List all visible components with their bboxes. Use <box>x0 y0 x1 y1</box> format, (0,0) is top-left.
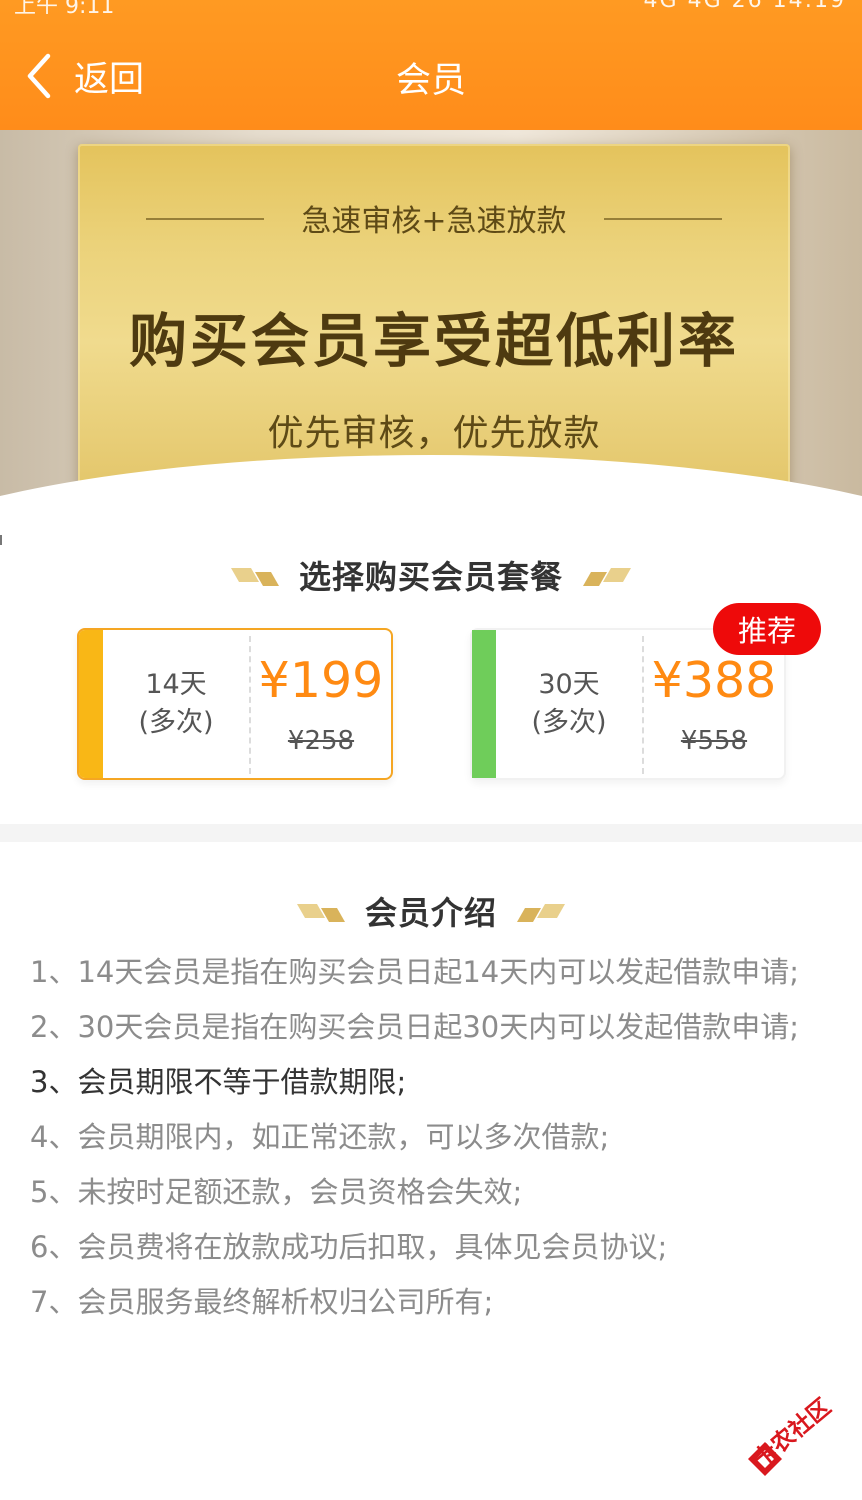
plan-times-label: (多次) <box>138 707 214 738</box>
plan-price: ¥199 <box>258 652 384 709</box>
section-title-text: 选择购买会员套餐 <box>298 558 563 596</box>
promo-banner: 急速审核+急速放款 购买会员享受超低利率 优先审核，优先放款 <box>0 130 862 510</box>
intro-item: 6、会员费将在放款成功后扣取，具体见会员协议; <box>30 1230 668 1264</box>
intro-item: 4、会员期限内，如正常还款，可以多次借款; <box>30 1120 610 1154</box>
intro-item: 5、未按时足额还款，会员资格会失效; <box>30 1175 523 1209</box>
status-bar: 上午 9:11 4G 4G 26 14:19 <box>0 0 862 14</box>
status-time: 上午 9:11 <box>14 0 115 14</box>
wing-right-icon <box>517 904 565 922</box>
banner-description: 优先审核，优先放款 <box>267 413 601 454</box>
wing-left-icon <box>296 904 345 922</box>
plan-stripe <box>472 630 496 778</box>
gold-plate: 急速审核+急速放款 购买会员享受超低利率 优先审核，优先放款 <box>78 144 790 504</box>
banner-subtitle: 急速审核+急速放款 <box>301 204 567 239</box>
intro-item: 3、会员期限不等于借款期限; <box>30 1065 407 1099</box>
plan-duration: 14天 (多次) <box>103 630 249 778</box>
watermark-text: 卡农社区 <box>748 1394 837 1474</box>
recommend-badge: 推荐 <box>713 603 821 655</box>
section-title-text: 会员介绍 <box>364 894 497 932</box>
plan-days-label: 14天 <box>145 669 207 700</box>
intro-item: 1、14天会员是指在购买会员日起14天内可以发起借款申请; <box>30 955 800 989</box>
wing-left-icon <box>230 568 279 586</box>
plan-card-14-days[interactable]: 14天 (多次) ¥199 ¥258 <box>77 628 393 780</box>
status-indicators: 4G 4G 26 14:19 <box>643 0 846 13</box>
text-cursor <box>0 535 2 545</box>
wing-right-icon <box>583 568 631 586</box>
banner-title: 购买会员享受超低利率 <box>128 307 739 375</box>
app-header: 上午 9:11 4G 4G 26 14:19 返回 会员 <box>0 0 862 130</box>
intro-section-title: 会员介绍 <box>0 888 862 934</box>
plan-original-price: ¥558 <box>680 726 748 756</box>
intro-item: 2、30天会员是指在购买会员日起30天内可以发起借款申请; <box>30 1010 800 1044</box>
plan-original-price: ¥258 <box>287 726 355 756</box>
plan-times-label: (多次) <box>531 707 607 738</box>
plans-section-title: 选择购买会员套餐 <box>0 552 862 598</box>
page-title: 会员 <box>395 61 466 101</box>
section-separator <box>0 824 862 842</box>
plan-price: ¥388 <box>651 652 777 709</box>
plan-stripe <box>79 630 103 778</box>
intro-item: 7、会员服务最终解析权归公司所有; <box>30 1285 494 1319</box>
plan-days-label: 30天 <box>538 669 600 700</box>
intro-list: 1、14天会员是指在购买会员日起14天内可以发起借款申请; 2、30天会员是指在… <box>30 945 820 1330</box>
plan-duration: 30天 (多次) <box>496 630 642 778</box>
